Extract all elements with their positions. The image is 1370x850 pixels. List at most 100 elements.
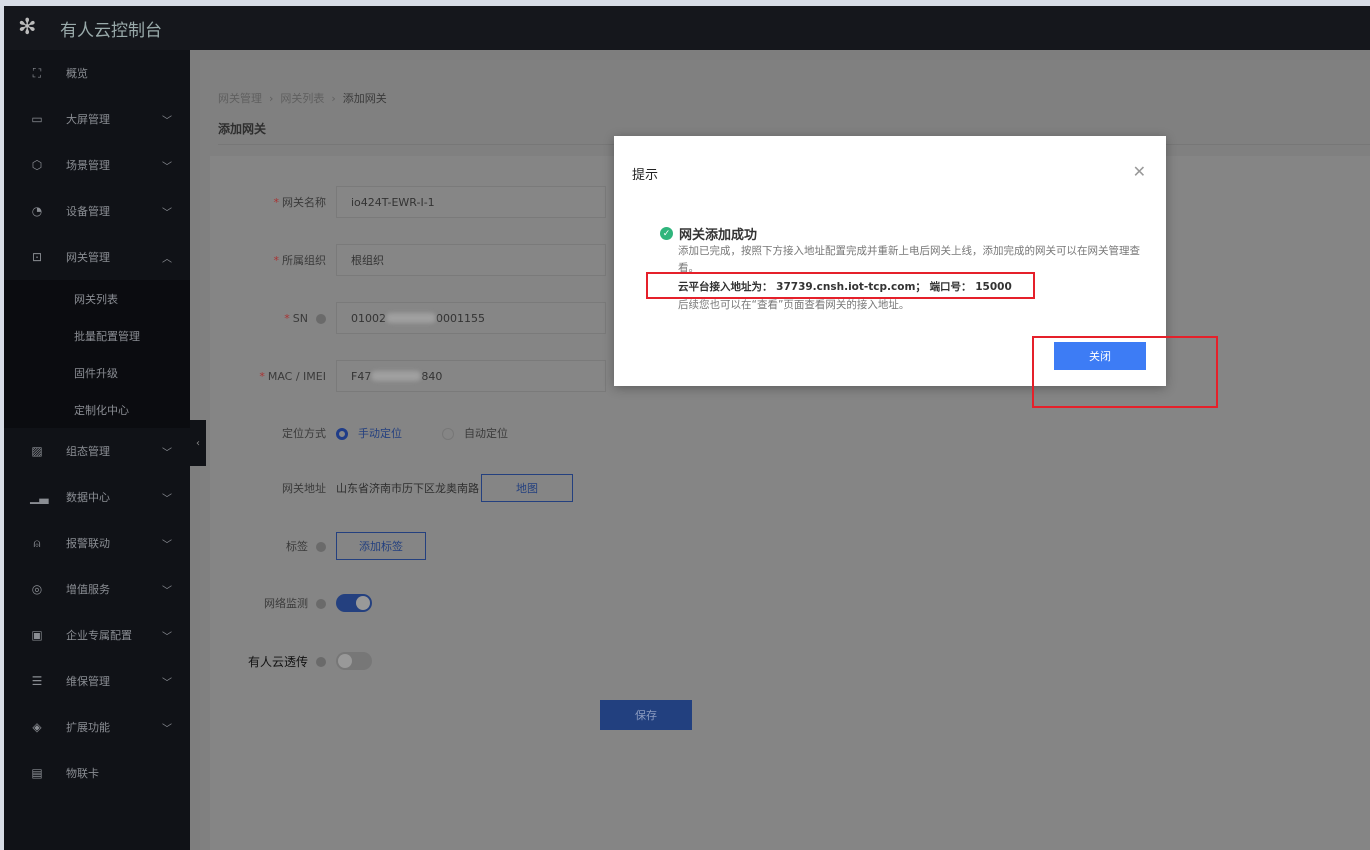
sidebar-item[interactable]: ⍝ 报警联动 ﹀ (4, 520, 190, 566)
chevron-down-icon: ﹀ (162, 631, 172, 643)
enterprise-icon: ▣ (31, 628, 43, 642)
chevron-down-icon: ﹀ (162, 493, 172, 505)
pie-icon: ◔ (31, 204, 43, 218)
breadcrumb-item[interactable]: 网关列表 (280, 92, 324, 105)
sidebar-item[interactable]: ▁▃ 数据中心 ﹀ (4, 474, 190, 520)
redaction-blur (371, 371, 422, 381)
sidebar-item-label: 概览 (66, 67, 88, 80)
image-icon: ▨ (31, 444, 43, 458)
close-icon[interactable]: ✕ (1133, 162, 1146, 181)
sidebar-item-label: 组态管理 (66, 445, 110, 458)
sidebar-subitem[interactable]: 固件升级 (4, 354, 190, 391)
sidebar-item[interactable]: ▭ 大屏管理 ﹀ (4, 96, 190, 142)
app-title: 有人云控制台 (60, 20, 162, 41)
dialog-title: 提示 (632, 168, 659, 183)
sn-input[interactable]: 01002 0001155 (336, 302, 606, 334)
address-value: 山东省济南市历下区龙奥南路 (336, 482, 479, 495)
sidebar-item[interactable]: ▨ 组态管理 ﹀ (4, 428, 190, 474)
sidebar-item-label: 场景管理 (66, 159, 110, 172)
sidebar: ⛶ 概览 ▭ 大屏管理 ﹀ ⬡ 场景管理 ﹀ ◔ 设备管理 ﹀ ⊡ 网关管理 ︿ 网关列表 批量配置管理 固件… (4, 50, 190, 850)
top-bar: ✻ 有人云控制台 (4, 6, 1370, 50)
help-icon[interactable] (316, 599, 326, 609)
sidebar-item-label: 维保管理 (66, 675, 110, 688)
success-check-icon: ✓ (660, 227, 673, 240)
chevron-down-icon: ﹀ (162, 585, 172, 597)
sidebar-item-label: 物联卡 (66, 767, 99, 780)
sidebar-item[interactable]: ⛶ 概览 (4, 50, 190, 96)
gateway-icon: ⊡ (31, 250, 43, 264)
sn-label: SN (292, 311, 308, 325)
app-window: ✻ 有人云控制台 ⛶ 概览 ▭ 大屏管理 ﹀ ⬡ 场景管理 ﹀ ◔ 设备管理 ﹀ ⊡ 网关管理 ︿ 网关列… (4, 6, 1370, 850)
sidebar-item[interactable]: ◈ 扩展功能 ﹀ (4, 704, 190, 750)
radio-manual[interactable]: 手动定位 (336, 425, 402, 441)
sidebar-item-label: 大屏管理 (66, 113, 110, 126)
name-label: 网关名称 (282, 196, 326, 209)
highlight-address-box (646, 272, 1035, 299)
value-icon: ◎ (31, 582, 43, 596)
gateway-name-input[interactable]: io424T-EWR-I-1 (336, 186, 606, 218)
success-heading: 网关添加成功 (679, 228, 758, 243)
sidebar-item[interactable]: ▤ 物联卡 (4, 750, 190, 796)
network-monitor-label: 网络监测 (264, 597, 308, 610)
screen-icon: ▭ (31, 112, 43, 126)
chevron-up-icon: ︿ (162, 253, 172, 265)
sidebar-subitem[interactable]: 批量配置管理 (4, 317, 190, 354)
sidebar-item[interactable]: ◔ 设备管理 ﹀ (4, 188, 190, 234)
mac-input[interactable]: F47 840 (336, 360, 606, 392)
help-icon[interactable] (316, 313, 326, 324)
location-label: 定位方式 (282, 427, 326, 440)
sidebar-item[interactable]: ▣ 企业专属配置 ﹀ (4, 612, 190, 658)
chevron-down-icon: ﹀ (162, 161, 172, 173)
mac-suffix: 840 (421, 369, 443, 383)
sidebar-subitem[interactable]: 定制化中心 (4, 391, 190, 428)
chevron-down-icon: ﹀ (162, 723, 172, 735)
layers-icon: ◈ (32, 720, 42, 734)
mac-label: MAC / IMEI (267, 369, 326, 383)
chevron-down-icon: ﹀ (162, 447, 172, 459)
map-button[interactable]: 地图 (481, 474, 573, 502)
sn-suffix: 0001155 (436, 311, 485, 325)
highlight-close-box (1032, 336, 1218, 408)
sn-prefix: 01002 (351, 311, 386, 325)
chevron-down-icon: ﹀ (162, 115, 172, 127)
sidebar-item[interactable]: ⊡ 网关管理 ︿ (4, 234, 190, 280)
alarm-icon: ⍝ (33, 535, 41, 550)
sidebar-item[interactable]: ◎ 增值服务 ﹀ (4, 566, 190, 612)
chevron-down-icon: ﹀ (162, 677, 172, 689)
sidebar-item[interactable]: ⬡ 场景管理 ﹀ (4, 142, 190, 188)
sidebar-item-label: 网关管理 (66, 251, 110, 264)
sidebar-subitem[interactable]: 网关列表 (4, 280, 190, 317)
sidebar-item-label: 数据中心 (66, 491, 110, 504)
collapse-sidebar-button[interactable]: ‹ (190, 420, 206, 466)
sidebar-item-label: 设备管理 (66, 205, 110, 218)
chevron-down-icon: ﹀ (162, 539, 172, 551)
page-title: 添加网关 (218, 122, 267, 136)
org-select[interactable]: 根组织 (336, 244, 606, 276)
sidebar-item-label: 企业专属配置 (66, 629, 132, 642)
transparent-label: 有人云透传 (247, 654, 308, 669)
help-icon[interactable] (316, 657, 326, 667)
breadcrumb-item[interactable]: 网关管理 (218, 92, 262, 105)
org-label: 所属组织 (282, 254, 326, 267)
tag-label: 标签 (286, 540, 308, 553)
save-button[interactable]: 保存 (600, 700, 692, 730)
logo-icon: ✻ (18, 15, 37, 40)
overview-icon: ⛶ (32, 65, 42, 80)
breadcrumb-current: 添加网关 (342, 92, 387, 105)
gateway-name-value: io424T-EWR-I-1 (351, 195, 435, 209)
mac-prefix: F47 (351, 369, 372, 383)
help-icon[interactable] (316, 542, 326, 552)
sidebar-item-label: 报警联动 (66, 537, 110, 550)
chevron-down-icon: ﹀ (162, 207, 172, 219)
org-value: 根组织 (351, 254, 384, 267)
sidebar-item-label: 增值服务 (66, 583, 110, 596)
sim-icon: ▤ (31, 766, 43, 780)
sidebar-item[interactable]: ☰ 维保管理 ﹀ (4, 658, 190, 704)
cube-icon: ⬡ (31, 158, 43, 172)
bar-chart-icon: ▁▃ (30, 490, 49, 504)
add-tag-button[interactable]: 添加标签 (336, 532, 426, 560)
network-monitor-toggle[interactable] (336, 594, 372, 612)
redaction-blur (386, 313, 436, 323)
radio-auto[interactable]: 自动定位 (442, 425, 508, 441)
transparent-toggle[interactable] (336, 652, 372, 670)
